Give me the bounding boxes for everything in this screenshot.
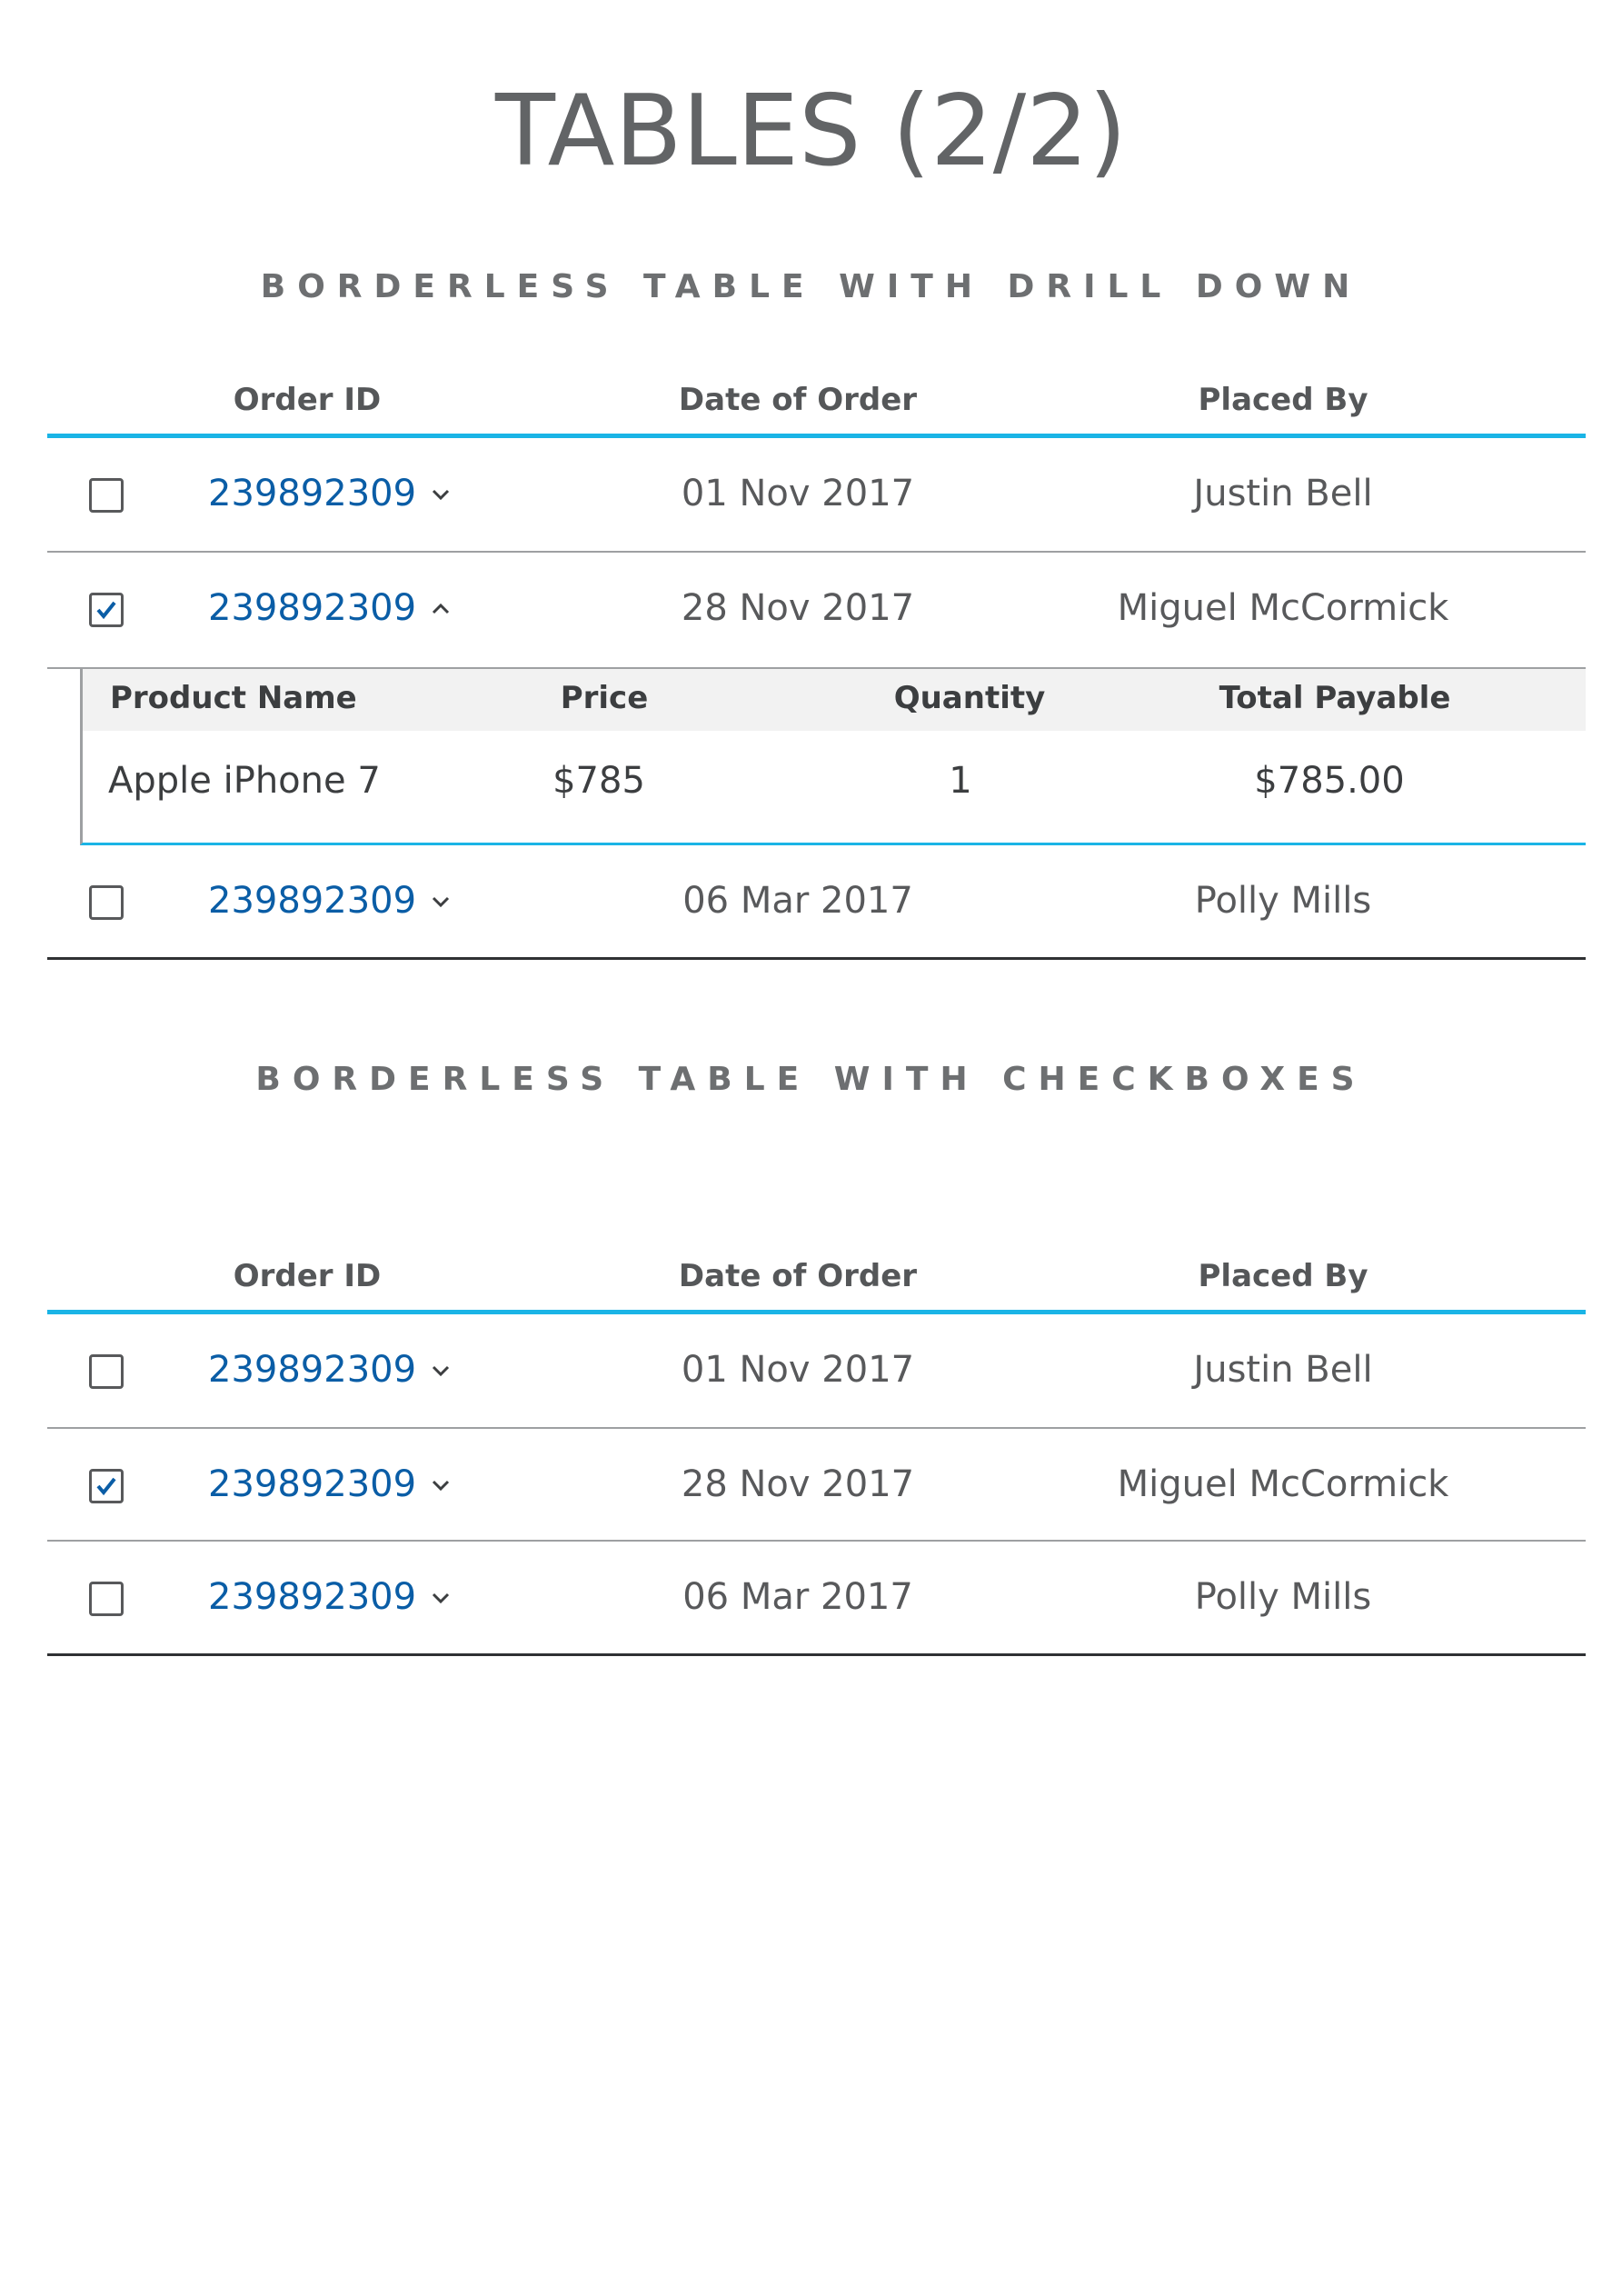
table-row[interactable]: 239892309 28 Nov 2017 Miguel McCormick bbox=[47, 553, 1586, 667]
table-row[interactable]: 239892309 01 Nov 2017 Justin Bell bbox=[47, 438, 1586, 553]
order-date: 01 Nov 2017 bbox=[681, 473, 915, 514]
order-id-link[interactable]: 239892309 bbox=[208, 880, 416, 922]
chevron-down-icon[interactable] bbox=[427, 1362, 454, 1380]
checkmark-icon bbox=[96, 601, 116, 620]
placed-by: Justin Bell bbox=[1193, 1349, 1373, 1391]
header-date-of-order[interactable]: Date of Order bbox=[679, 1258, 917, 1294]
drill-down-detail: Product Name Price Quantity Total Payabl… bbox=[80, 669, 1586, 845]
detail-price: $785 bbox=[552, 760, 645, 802]
chevron-down-icon[interactable] bbox=[427, 485, 454, 504]
chevron-up-icon[interactable] bbox=[427, 600, 454, 618]
placed-by: Miguel McCormick bbox=[1117, 587, 1449, 629]
chevron-down-icon[interactable] bbox=[427, 1476, 454, 1494]
chevron-down-icon[interactable] bbox=[427, 1589, 454, 1607]
section-title-drill-down: BORDERLESS TABLE WITH DRILL DOWN bbox=[260, 268, 1362, 305]
table-row[interactable]: 239892309 06 Mar 2017 Polly Mills bbox=[47, 845, 1586, 960]
detail-header-total-payable: Total Payable bbox=[1219, 680, 1451, 716]
order-date: 28 Nov 2017 bbox=[681, 587, 915, 629]
placed-by: Polly Mills bbox=[1194, 1576, 1372, 1618]
placed-by: Justin Bell bbox=[1193, 473, 1373, 514]
header-placed-by[interactable]: Placed By bbox=[1199, 382, 1368, 418]
row-checkbox[interactable] bbox=[89, 1354, 124, 1389]
detail-total-payable: $785.00 bbox=[1254, 760, 1405, 802]
order-date: 01 Nov 2017 bbox=[681, 1349, 915, 1391]
checkmark-icon bbox=[96, 1477, 116, 1496]
section-title-checkboxes: BORDERLESS TABLE WITH CHECKBOXES bbox=[255, 1061, 1367, 1098]
header-order-id[interactable]: Order ID bbox=[234, 1258, 382, 1294]
table-row[interactable]: 239892309 06 Mar 2017 Polly Mills bbox=[47, 1542, 1586, 1656]
row-checkbox-checked[interactable] bbox=[89, 1469, 124, 1503]
drill-down-table: Order ID Date of Order Placed By 2398923… bbox=[47, 364, 1586, 960]
row-checkbox[interactable] bbox=[89, 1582, 124, 1616]
header-placed-by[interactable]: Placed By bbox=[1199, 1258, 1368, 1294]
placed-by: Polly Mills bbox=[1194, 880, 1372, 922]
page-title: TABLES (2/2) bbox=[495, 75, 1127, 188]
header-order-id[interactable]: Order ID bbox=[234, 382, 382, 418]
row-checkbox[interactable] bbox=[89, 478, 124, 513]
table-row[interactable]: 239892309 28 Nov 2017 Miguel McCormick bbox=[47, 1429, 1586, 1542]
detail-product-name: Apple iPhone 7 bbox=[108, 760, 381, 802]
row-checkbox[interactable] bbox=[89, 885, 124, 920]
order-id-link[interactable]: 239892309 bbox=[208, 1463, 416, 1505]
header-date-of-order[interactable]: Date of Order bbox=[679, 382, 917, 418]
order-date: 28 Nov 2017 bbox=[681, 1463, 915, 1505]
order-date: 06 Mar 2017 bbox=[682, 1576, 913, 1618]
detail-quantity: 1 bbox=[949, 760, 972, 802]
table-header: Order ID Date of Order Placed By bbox=[47, 1240, 1586, 1314]
detail-header-product-name: Product Name bbox=[110, 680, 357, 716]
table-row[interactable]: 239892309 01 Nov 2017 Justin Bell bbox=[47, 1314, 1586, 1429]
order-date: 06 Mar 2017 bbox=[682, 880, 913, 922]
order-id-link[interactable]: 239892309 bbox=[208, 587, 416, 629]
row-checkbox-checked[interactable] bbox=[89, 593, 124, 627]
detail-header-price: Price bbox=[560, 680, 649, 716]
order-id-link[interactable]: 239892309 bbox=[208, 1349, 416, 1391]
placed-by: Miguel McCormick bbox=[1117, 1463, 1449, 1505]
table-header: Order ID Date of Order Placed By bbox=[47, 364, 1586, 438]
detail-header-quantity: Quantity bbox=[893, 680, 1046, 716]
checkbox-table: Order ID Date of Order Placed By 2398923… bbox=[47, 1240, 1586, 1656]
order-id-link[interactable]: 239892309 bbox=[208, 473, 416, 514]
chevron-down-icon[interactable] bbox=[427, 893, 454, 911]
order-id-link[interactable]: 239892309 bbox=[208, 1576, 416, 1618]
